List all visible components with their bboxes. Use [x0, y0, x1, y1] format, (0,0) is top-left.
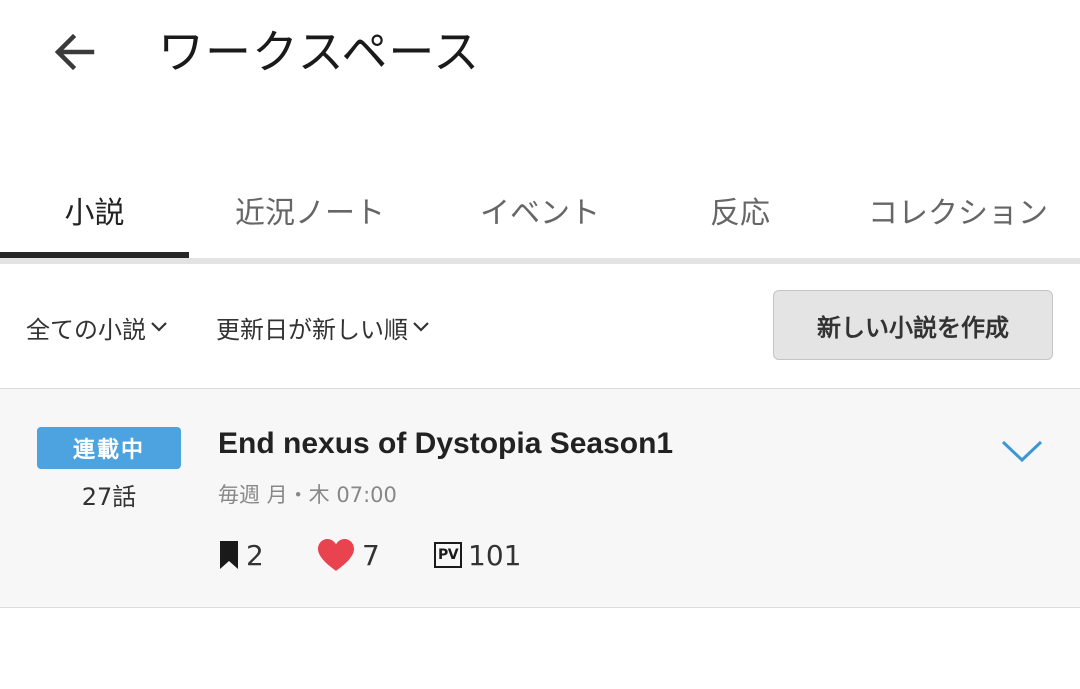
- tab-events[interactable]: イベント: [440, 160, 640, 260]
- tab-label: コレクション: [868, 196, 1048, 231]
- back-button[interactable]: [44, 24, 104, 80]
- sort-dropdown-label: 更新日が新しい順: [216, 315, 408, 344]
- chevron-down-icon: [151, 322, 167, 332]
- expand-button[interactable]: [996, 431, 1048, 471]
- category-dropdown[interactable]: 全ての小説: [26, 309, 168, 345]
- chevron-down-icon: [1001, 440, 1043, 463]
- create-novel-button[interactable]: 新しい小説を作成: [773, 290, 1053, 360]
- bookmark-stat: 2: [218, 535, 264, 575]
- tab-novels[interactable]: 小説: [0, 160, 189, 260]
- pv-stat: PV 101: [434, 535, 521, 575]
- page-title: ワークスペース: [158, 25, 481, 79]
- tab-activity-notes[interactable]: 近況ノート: [200, 160, 420, 260]
- tab-label: 小説: [64, 196, 125, 231]
- filter-bar: 全ての小説 更新日が新しい順 新しい小説を作成: [0, 264, 1080, 388]
- work-card[interactable]: 連載中 27話 End nexus of Dystopia Season1 毎週…: [0, 388, 1080, 608]
- work-stats: 2 7 PV 101: [218, 535, 618, 575]
- tab-label: イベント: [480, 196, 600, 231]
- tab-collections[interactable]: コレクション: [868, 160, 1080, 260]
- tab-reactions[interactable]: 反応: [660, 160, 820, 260]
- update-schedule: 毎週 月・木 07:00: [218, 483, 397, 507]
- tab-label: 近況ノート: [235, 196, 385, 231]
- heart-icon: [316, 538, 356, 572]
- tab-label: 反応: [710, 196, 770, 231]
- arrow-left-icon: [54, 33, 95, 71]
- episode-count: 27話: [81, 483, 137, 511]
- pv-count: 101: [468, 538, 522, 572]
- work-title[interactable]: End nexus of Dystopia Season1: [218, 427, 673, 461]
- status-badge: 連載中: [37, 427, 181, 469]
- bookmark-count: 2: [246, 538, 264, 572]
- pv-icon: PV: [434, 542, 462, 568]
- tab-bar: 小説 近況ノート イベント 反応 コレクション: [0, 160, 1080, 260]
- sort-dropdown[interactable]: 更新日が新しい順: [216, 309, 430, 345]
- chevron-down-icon: [413, 322, 429, 332]
- category-dropdown-label: 全ての小説: [26, 315, 146, 344]
- bookmark-icon: [218, 540, 240, 570]
- heart-count: 7: [362, 538, 380, 572]
- heart-stat: 7: [316, 535, 380, 575]
- app-header: ワークスペース: [0, 0, 1080, 110]
